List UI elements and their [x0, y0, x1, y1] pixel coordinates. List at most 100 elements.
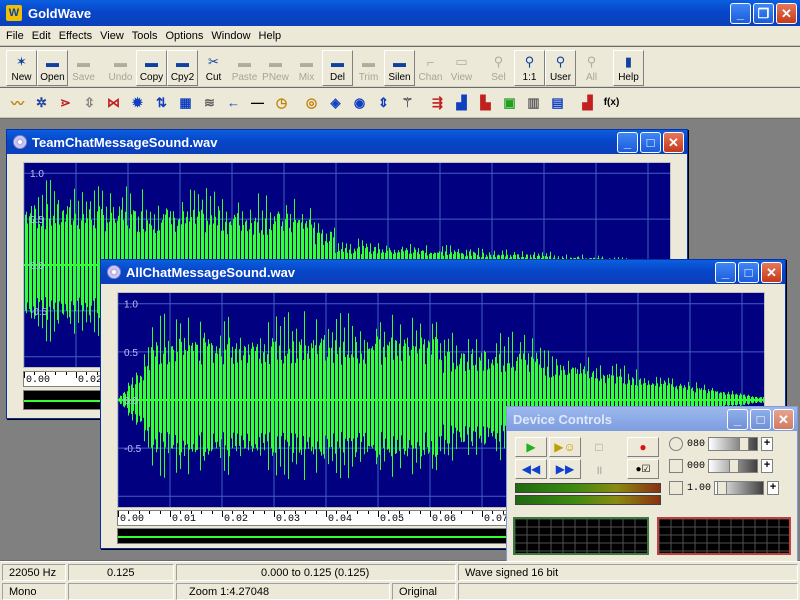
- menu-help[interactable]: Help: [255, 30, 286, 42]
- app-minimize-button[interactable]: _: [730, 2, 751, 24]
- status-zoom: Zoom 1:4.27048: [176, 583, 390, 600]
- undo-button[interactable]: ▬ Undo: [105, 50, 136, 86]
- new-button[interactable]: ✶ New: [6, 50, 37, 86]
- ruler-tick-mark: [65, 372, 67, 375]
- app-restore-button[interactable]: ❐: [753, 2, 774, 24]
- team-close-button[interactable]: ✕: [663, 131, 684, 153]
- speed-slider[interactable]: [714, 481, 765, 495]
- fade-out-icon[interactable]: ▙: [474, 92, 497, 114]
- ruler-tick-mark: [305, 511, 307, 514]
- all-minimize-button[interactable]: _: [715, 261, 736, 283]
- noise-reduction-icon[interactable]: ✲: [30, 92, 53, 114]
- compressor-icon[interactable]: ⇳: [78, 92, 101, 114]
- menu-view[interactable]: View: [96, 30, 128, 42]
- auto-gain-icon[interactable]: 〰: [6, 92, 29, 114]
- 1-1-button[interactable]: ⚲ 1:1: [514, 50, 545, 86]
- expression-icon[interactable]: ▟: [576, 92, 599, 114]
- app-close-button[interactable]: ✕: [776, 2, 797, 24]
- shape-volume-icon[interactable]: ▥: [522, 92, 545, 114]
- fx-icon[interactable]: f(x): [600, 92, 623, 114]
- device-controls-window[interactable]: Device Controls _ □ ✕ ▶ ▶☺ □ ● ◀◀ ▶▶ ॥ ●…: [506, 406, 798, 562]
- play-selection-button[interactable]: ▶☺: [549, 437, 581, 457]
- invert-icon[interactable]: ⇅: [150, 92, 173, 114]
- menu-effects[interactable]: Effects: [55, 30, 96, 42]
- main-toolbar: ✶ New ▬ Open ▬ Save ▬ Undo ▬ Copy ▬ Cpy2 ✂ Cut ▬ Paste ▬…: [0, 47, 800, 87]
- volume-plus-button[interactable]: +: [761, 437, 774, 451]
- volume-slider[interactable]: [708, 437, 759, 451]
- resample-icon[interactable]: ◉: [348, 92, 371, 114]
- record-options-button[interactable]: ●☑: [627, 459, 659, 479]
- spectrum-icon[interactable]: ▤: [546, 92, 569, 114]
- help-button[interactable]: ▮ Help: [613, 50, 644, 86]
- mix-button[interactable]: ▬ Mix: [291, 50, 322, 86]
- device-titlebar[interactable]: Device Controls _ □ ✕: [507, 407, 797, 431]
- toolbar-button-label: New: [11, 72, 32, 83]
- team-minimize-button[interactable]: _: [617, 131, 638, 153]
- play-button[interactable]: ▶: [515, 437, 547, 457]
- menu-window[interactable]: Window: [207, 30, 254, 42]
- silen-button[interactable]: ▬ Silen: [384, 50, 415, 86]
- team-maximize-button[interactable]: □: [640, 131, 661, 153]
- time-warp-icon[interactable]: ⚚: [396, 92, 419, 114]
- filter-icon[interactable]: ≋: [198, 92, 221, 114]
- user-button[interactable]: ⚲ User: [545, 50, 576, 86]
- echo-icon[interactable]: ⋈: [102, 92, 125, 114]
- device-minimize-button[interactable]: _: [727, 408, 748, 430]
- stereo-icon[interactable]: ⇕: [372, 92, 395, 114]
- menu-tools[interactable]: Tools: [128, 30, 162, 42]
- volume-icon[interactable]: ⇶: [426, 92, 449, 114]
- zoom-all-icon: ⚲: [586, 54, 597, 69]
- pause-button[interactable]: ॥: [583, 459, 615, 479]
- all-wave-titlebar[interactable]: AllChatMessageSound.wav _ □ ✕: [101, 260, 785, 284]
- view-button[interactable]: ▭ View: [446, 50, 477, 86]
- ruler-tick-label: 0.00: [120, 514, 145, 525]
- effects-toolbar: 〰 ✲ ⋗ ⇳ ⋈ ✹ ⇅ ▦ ≋ ← — ◷ ◎ ◈ ◉ ⇕ ⚚ ⇶ ▟ ▙ ▣ ▥ ▤ ▟ f(x): [0, 88, 800, 118]
- all-close-button[interactable]: ✕: [761, 261, 782, 283]
- ruler-tick-mark: [222, 511, 223, 517]
- pan-icon[interactable]: ◎: [300, 92, 323, 114]
- toolbar-button-label: Mix: [298, 72, 315, 83]
- trim-button[interactable]: ▬ Trim: [353, 50, 384, 86]
- pnew-button[interactable]: ▬ PNew: [260, 50, 291, 86]
- stop-button[interactable]: □: [583, 437, 615, 457]
- paste-button[interactable]: ▬ Paste: [229, 50, 260, 86]
- menu-file[interactable]: File: [2, 30, 28, 42]
- menu-edit[interactable]: Edit: [28, 30, 55, 42]
- open-button[interactable]: ▬ Open: [37, 50, 68, 86]
- silence-icon: ▬: [393, 54, 406, 70]
- equalizer-icon[interactable]: ✹: [126, 92, 149, 114]
- team-wave-titlebar[interactable]: TeamChatMessageSound.wav _ □ ✕: [7, 130, 687, 154]
- device-maximize-button[interactable]: □: [750, 408, 771, 430]
- balance-plus-button[interactable]: +: [761, 459, 774, 473]
- all-maximize-button[interactable]: □: [738, 261, 759, 283]
- speed-plus-button[interactable]: +: [767, 481, 780, 495]
- all-wave-title: AllChatMessageSound.wav: [126, 264, 296, 280]
- playback-rate-icon[interactable]: ◷: [270, 92, 293, 114]
- copy2-icon: ▬: [176, 54, 189, 70]
- cpy2-button[interactable]: ▬ Cpy2: [167, 50, 198, 86]
- del-button[interactable]: ▬ Del: [322, 50, 353, 86]
- copy-button[interactable]: ▬ Copy: [136, 50, 167, 86]
- mechanize-icon[interactable]: ▦: [174, 92, 197, 114]
- record-button[interactable]: ●: [627, 437, 659, 457]
- ruler-tick-mark: [471, 511, 473, 514]
- menu-options[interactable]: Options: [161, 30, 207, 42]
- match-volume-icon[interactable]: ▣: [498, 92, 521, 114]
- cut-button[interactable]: ✂ Cut: [198, 50, 229, 86]
- balance-control: 000 +: [669, 459, 774, 473]
- dynamics-icon[interactable]: ⋗: [54, 92, 77, 114]
- reverse-icon[interactable]: ←: [222, 92, 245, 114]
- toolbar-button-label: Copy: [139, 72, 164, 83]
- offset-icon[interactable]: —: [246, 92, 269, 114]
- pitch-icon[interactable]: ◈: [324, 92, 347, 114]
- fade-in-icon[interactable]: ▟: [450, 92, 473, 114]
- rewind-button[interactable]: ◀◀: [515, 459, 547, 479]
- sel-button[interactable]: ⚲ Sel: [483, 50, 514, 86]
- fast-forward-button[interactable]: ▶▶: [549, 459, 581, 479]
- chan-button[interactable]: ⌐ Chan: [415, 50, 446, 86]
- all-button[interactable]: ⚲ All: [576, 50, 607, 86]
- device-close-button[interactable]: ✕: [773, 408, 794, 430]
- balance-slider[interactable]: [708, 459, 759, 473]
- save-button[interactable]: ▬ Save: [68, 50, 99, 86]
- ruler-tick-mark: [263, 511, 265, 514]
